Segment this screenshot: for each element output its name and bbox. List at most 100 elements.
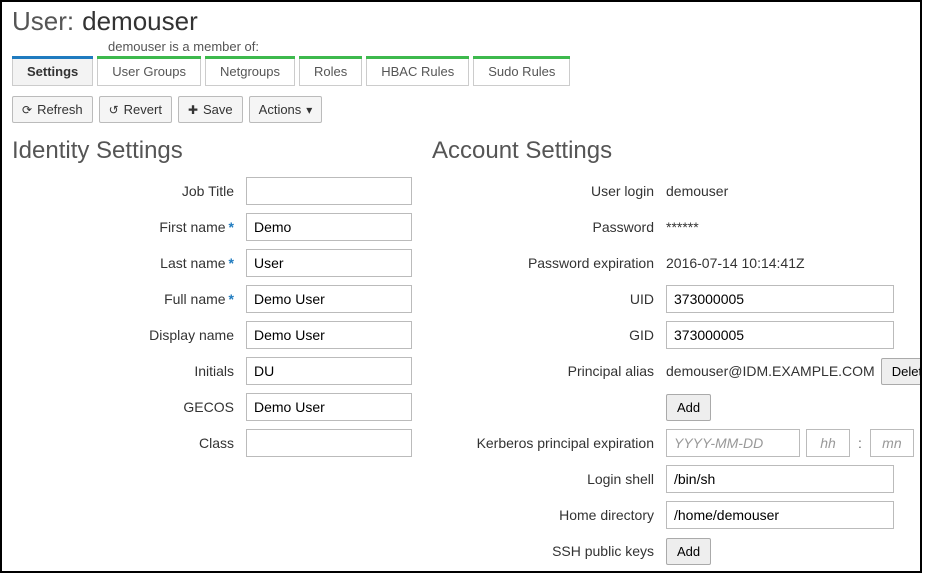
input-display-name[interactable]: [246, 321, 412, 349]
row-user-login: User login demouser: [432, 177, 922, 205]
delete-alias-button[interactable]: Delete: [881, 358, 922, 385]
title-username: demouser: [82, 6, 198, 37]
refresh-icon: ⟳: [22, 103, 32, 117]
revert-label: Revert: [124, 102, 162, 117]
identity-heading: Identity Settings: [12, 137, 412, 165]
input-class[interactable]: [246, 429, 412, 457]
tab-netgroups[interactable]: Netgroups: [205, 56, 295, 86]
label-initials: Initials: [12, 363, 246, 379]
input-gid[interactable]: [666, 321, 894, 349]
columns: Identity Settings Job Title First name* …: [12, 137, 910, 573]
tab-roles[interactable]: Roles: [299, 56, 362, 86]
label-full-name: Full name*: [12, 291, 246, 307]
label-password-exp: Password expiration: [432, 255, 666, 271]
label-principal-alias: Principal alias: [432, 363, 666, 379]
tab-user-groups-label: User Groups: [112, 64, 186, 79]
save-button[interactable]: ✚ Save: [178, 96, 243, 123]
row-krb-exp: Kerberos principal expiration : UTC: [432, 429, 922, 457]
input-last-name[interactable]: [246, 249, 412, 277]
tab-hbac-label: HBAC Rules: [381, 64, 454, 79]
row-password-exp: Password expiration 2016-07-14 10:14:41Z: [432, 249, 922, 277]
input-krb-hh[interactable]: [806, 429, 850, 457]
account-section: Account Settings User login demouser Pas…: [432, 137, 922, 573]
input-krb-date[interactable]: [666, 429, 800, 457]
label-uid: UID: [432, 291, 666, 307]
tab-hbac[interactable]: HBAC Rules: [366, 56, 469, 86]
label-class: Class: [12, 435, 246, 451]
required-star: *: [229, 219, 234, 235]
row-gecos: GECOS: [12, 393, 412, 421]
actions-label: Actions: [259, 102, 302, 117]
save-label: Save: [203, 102, 233, 117]
revert-icon: ↺: [109, 103, 119, 117]
required-star: *: [229, 291, 234, 307]
revert-button[interactable]: ↺ Revert: [99, 96, 172, 123]
input-gecos[interactable]: [246, 393, 412, 421]
row-first-name: First name*: [12, 213, 412, 241]
row-initials: Initials: [12, 357, 412, 385]
label-display-name: Display name: [12, 327, 246, 343]
label-first-name-text: First name: [159, 219, 225, 235]
save-icon: ✚: [188, 103, 198, 117]
label-home-dir: Home directory: [432, 507, 666, 523]
tab-user-groups[interactable]: User Groups: [97, 56, 201, 86]
label-job-title: Job Title: [12, 183, 246, 199]
row-principal-alias-add: Add: [432, 393, 922, 421]
value-password: ******: [666, 219, 699, 235]
row-home-dir: Home directory: [432, 501, 922, 529]
add-alias-button[interactable]: Add: [666, 394, 711, 421]
tab-roles-label: Roles: [314, 64, 347, 79]
input-initials[interactable]: [246, 357, 412, 385]
title-prefix: User:: [12, 6, 74, 37]
row-uid: UID: [432, 285, 922, 313]
label-first-name: First name*: [12, 219, 246, 235]
value-password-exp: 2016-07-14 10:14:41Z: [666, 255, 805, 271]
chevron-down-icon: ▾: [306, 103, 312, 117]
label-user-login: User login: [432, 183, 666, 199]
input-krb-mn[interactable]: [870, 429, 914, 457]
label-gid: GID: [432, 327, 666, 343]
row-class: Class: [12, 429, 412, 457]
tab-sudo-label: Sudo Rules: [488, 64, 555, 79]
member-of-label: demouser is a member of:: [108, 39, 910, 54]
row-ssh-keys: SSH public keys Add: [432, 537, 922, 565]
value-principal-alias: demouser@IDM.EXAMPLE.COM: [666, 363, 875, 379]
label-krb-exp: Kerberos principal expiration: [432, 435, 666, 451]
label-password: Password: [432, 219, 666, 235]
toolbar: ⟳ Refresh ↺ Revert ✚ Save Actions ▾: [12, 96, 910, 123]
label-last-name: Last name*: [12, 255, 246, 271]
tabs: Settings User Groups Netgroups Roles HBA…: [12, 56, 910, 86]
tab-settings[interactable]: Settings: [12, 56, 93, 86]
tab-sudo[interactable]: Sudo Rules: [473, 56, 570, 86]
refresh-label: Refresh: [37, 102, 83, 117]
label-ssh-keys: SSH public keys: [432, 543, 666, 559]
row-password: Password ******: [432, 213, 922, 241]
input-job-title[interactable]: [246, 177, 412, 205]
input-first-name[interactable]: [246, 213, 412, 241]
required-star: *: [229, 255, 234, 271]
row-gid: GID: [432, 321, 922, 349]
input-login-shell[interactable]: [666, 465, 894, 493]
row-principal-alias: Principal alias demouser@IDM.EXAMPLE.COM…: [432, 357, 922, 385]
tab-settings-label: Settings: [27, 64, 78, 79]
label-gecos: GECOS: [12, 399, 246, 415]
value-user-login: demouser: [666, 183, 728, 199]
add-ssh-key-button[interactable]: Add: [666, 538, 711, 565]
input-uid[interactable]: [666, 285, 894, 313]
actions-button[interactable]: Actions ▾: [249, 96, 323, 123]
input-full-name[interactable]: [246, 285, 412, 313]
identity-section: Identity Settings Job Title First name* …: [12, 137, 412, 573]
row-login-shell: Login shell: [432, 465, 922, 493]
account-heading: Account Settings: [432, 137, 922, 165]
refresh-button[interactable]: ⟳ Refresh: [12, 96, 93, 123]
input-home-dir[interactable]: [666, 501, 894, 529]
row-last-name: Last name*: [12, 249, 412, 277]
user-page: User: demouser demouser is a member of: …: [0, 0, 922, 573]
label-login-shell: Login shell: [432, 471, 666, 487]
label-last-name-text: Last name: [160, 255, 225, 271]
tab-netgroups-label: Netgroups: [220, 64, 280, 79]
label-full-name-text: Full name: [164, 291, 225, 307]
page-title: User: demouser: [12, 6, 910, 37]
row-full-name: Full name*: [12, 285, 412, 313]
time-colon: :: [858, 435, 862, 451]
